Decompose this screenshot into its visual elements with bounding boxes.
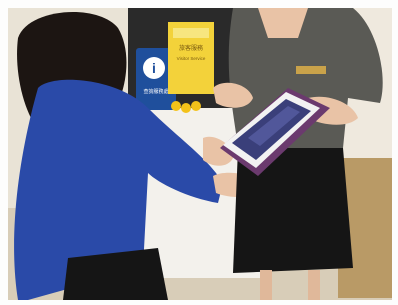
- info-symbol: i: [152, 60, 156, 76]
- blue-sign-text: 查詢服務處: [143, 88, 168, 95]
- poster-line-2: Visitor Service: [177, 56, 206, 61]
- leg-left: [260, 270, 272, 300]
- photo: i 查詢服務處 旅客服務 Visitor Service: [8, 8, 392, 300]
- name-badge: [296, 66, 326, 74]
- photo-scene: i 查詢服務處 旅客服務 Visitor Service: [8, 8, 392, 300]
- poster-line-1: 旅客服務: [179, 44, 203, 52]
- photo-frame: i 查詢服務處 旅客服務 Visitor Service: [0, 0, 398, 305]
- leg-right: [308, 270, 320, 300]
